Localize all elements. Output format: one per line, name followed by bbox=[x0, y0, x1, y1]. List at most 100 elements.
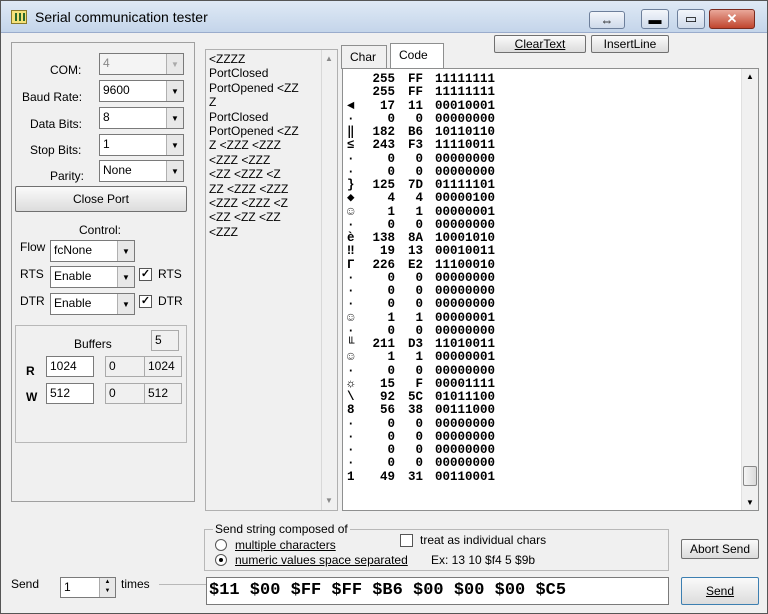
code-bin-cell: 00000000 bbox=[435, 297, 496, 312]
scroll-down-icon[interactable]: ▼ bbox=[746, 498, 754, 507]
event-log[interactable]: <ZZZZ PortClosed PortOpened <ZZ Z PortClosed… bbox=[205, 49, 338, 511]
scroll-up-icon[interactable]: ▲ bbox=[746, 72, 754, 81]
radio-multiple-chars[interactable] bbox=[215, 539, 227, 551]
abort-send-button[interactable]: Abort Send bbox=[681, 539, 759, 559]
chevron-down-icon[interactable]: ▼ bbox=[117, 294, 134, 314]
code-ch-cell: 1 bbox=[347, 469, 355, 484]
code-dec-cell: 1 bbox=[387, 350, 395, 365]
rts-checkbox[interactable]: ✓ bbox=[139, 268, 152, 281]
code-bin-cell: 00000001 bbox=[435, 204, 496, 219]
log-line: PortOpened <ZZ bbox=[209, 80, 299, 95]
chevron-down-icon[interactable]: ▼ bbox=[117, 241, 134, 261]
chevron-down-icon[interactable]: ▼ bbox=[166, 161, 183, 181]
read-buffer-label: R bbox=[26, 364, 35, 378]
code-hex-cell: F3 bbox=[407, 138, 423, 153]
buffers-count: 5 bbox=[151, 330, 179, 351]
close-port-button[interactable]: Close Port bbox=[15, 186, 187, 212]
com-label: COM: bbox=[50, 63, 82, 77]
chevron-down-icon[interactable]: ▼ bbox=[117, 267, 134, 287]
code-dec-cell: 49 bbox=[379, 469, 395, 484]
insert-line-button[interactable]: InsertLine bbox=[591, 35, 669, 53]
flow-label: Flow bbox=[20, 240, 46, 254]
dtr-checkbox[interactable]: ✓ bbox=[139, 295, 152, 308]
code-ch-cell: Γ bbox=[347, 257, 355, 272]
code-hex-cell: 0 bbox=[415, 416, 423, 431]
chevron-down-icon[interactable]: ▼ bbox=[166, 135, 183, 155]
code-hex-cell: 1 bbox=[415, 204, 423, 219]
code-hex-cell: FF bbox=[407, 85, 423, 100]
dtr-select[interactable]: Enable ▼ bbox=[50, 293, 135, 315]
stop-bits-select[interactable]: 1 ▼ bbox=[99, 134, 184, 156]
multiple-chars-text: multiple characters bbox=[235, 538, 336, 552]
parity-select[interactable]: None ▼ bbox=[99, 160, 184, 182]
restore-arrows-icon[interactable]: ⇔ bbox=[589, 11, 625, 29]
code-ch-cell: ‼ bbox=[347, 244, 355, 259]
event-log-lines: <ZZZZ PortClosed PortOpened <ZZ Z PortClosed… bbox=[209, 52, 334, 239]
code-view[interactable]: 255 FF 11111111 255 FF 11111111 ◄ 17 11 00010001 ·… bbox=[342, 68, 759, 511]
code-hex-cell: 11 bbox=[407, 98, 423, 113]
send-times-spinner[interactable]: 1 ▲ ▼ bbox=[60, 577, 116, 598]
port-settings-panel: COM: 4 ▼ Baud Rate: 9600 ▼ Data Bits: 8 ▼ S… bbox=[11, 42, 195, 502]
code-scrollbar[interactable]: ▲ ▼ bbox=[741, 69, 758, 510]
code-hex-cell: 0 bbox=[415, 363, 423, 378]
tab-char[interactable]: Char bbox=[341, 45, 387, 69]
tab-code[interactable]: Code bbox=[390, 43, 444, 69]
write-buffer-label: W bbox=[26, 390, 38, 404]
log-line: PortOpened <ZZ bbox=[209, 124, 299, 139]
dtr-value: Enable bbox=[54, 296, 92, 310]
log-line: Z <ZZZ <ZZZ bbox=[209, 138, 281, 153]
minimize-button[interactable]: ▬ bbox=[641, 9, 669, 29]
radio-numeric-values[interactable] bbox=[215, 554, 227, 566]
rts-label: RTS bbox=[20, 267, 44, 281]
maximize-button[interactable]: ▭ bbox=[677, 9, 705, 29]
rts-check-label: RTS bbox=[158, 267, 182, 281]
scroll-up-icon[interactable]: ▲ bbox=[325, 52, 333, 66]
baud-rate-label: Baud Rate: bbox=[22, 90, 83, 104]
treat-individual-label: treat as individual chars bbox=[420, 533, 547, 547]
title-bar: Serial communication tester ⇔ ▬ ▭ ✕ bbox=[1, 1, 767, 33]
example-text: Ex: 13 10 $f4 5 $9b bbox=[431, 553, 536, 567]
code-ch-cell: ☺ bbox=[347, 204, 355, 219]
write-buffer-size-input[interactable]: 512 bbox=[46, 383, 94, 404]
code-bin-cell: 00000100 bbox=[435, 191, 496, 206]
send-button[interactable]: Send bbox=[681, 577, 759, 605]
scroll-down-icon[interactable]: ▼ bbox=[325, 494, 333, 508]
code-dec-cell: 226 bbox=[372, 257, 395, 272]
code-hex-cell: 13 bbox=[407, 244, 423, 259]
code-dec-cell: 1 bbox=[387, 204, 395, 219]
close-button[interactable]: ✕ bbox=[709, 9, 755, 29]
code-bin-cell: 00000000 bbox=[435, 363, 496, 378]
chevron-down-icon[interactable]: ▼ bbox=[166, 108, 183, 128]
send-options-group: Send string composed of multiple charact… bbox=[204, 522, 669, 571]
treat-individual-checkbox[interactable] bbox=[400, 534, 413, 547]
code-dec-cell: 17 bbox=[379, 98, 395, 113]
code-dec-cell: 0 bbox=[387, 363, 395, 378]
code-hex-cell: 0 bbox=[415, 151, 423, 166]
flow-select[interactable]: fcNone ▼ bbox=[50, 240, 135, 262]
stop-bits-value: 1 bbox=[103, 137, 110, 151]
rts-select[interactable]: Enable ▼ bbox=[50, 266, 135, 288]
code-ch-cell: · bbox=[347, 456, 355, 471]
read-buffer-size-input[interactable]: 1024 bbox=[46, 356, 94, 377]
code-dec-cell: 255 bbox=[372, 85, 395, 100]
chevron-down-icon[interactable]: ▼ bbox=[166, 81, 183, 101]
buffers-group: Buffers 5 R 1024 0 1024 W 512 0 512 bbox=[15, 325, 187, 443]
code-bin-cell: 00110001 bbox=[435, 469, 496, 484]
code-hex-cell: 31 bbox=[407, 469, 423, 484]
code-hex-cell: 1 bbox=[415, 310, 423, 325]
send-string-input[interactable]: $11 $00 $FF $FF $B6 $00 $00 $00 $C5 bbox=[206, 577, 669, 605]
code-bin-cell: 00000001 bbox=[435, 310, 496, 325]
code-bin-cell: 00000001 bbox=[435, 350, 496, 365]
scroll-thumb[interactable] bbox=[743, 466, 757, 486]
log-scrollbar[interactable]: ▲ ▼ bbox=[321, 50, 337, 510]
data-bits-select[interactable]: 8 ▼ bbox=[99, 107, 184, 129]
code-hex-cell: 0 bbox=[415, 456, 423, 471]
spinner-arrows-icon[interactable]: ▲ ▼ bbox=[99, 578, 115, 597]
data-bits-label: Data Bits: bbox=[30, 117, 83, 131]
log-line: <ZZ <ZZZ <Z bbox=[209, 167, 281, 182]
baud-rate-select[interactable]: 9600 ▼ bbox=[99, 80, 184, 102]
clear-text-button[interactable]: ClearText bbox=[494, 35, 586, 53]
code-dec-cell: 243 bbox=[372, 138, 395, 153]
code-hex-cell: 4 bbox=[415, 191, 423, 206]
code-hex-cell: 1 bbox=[415, 350, 423, 365]
